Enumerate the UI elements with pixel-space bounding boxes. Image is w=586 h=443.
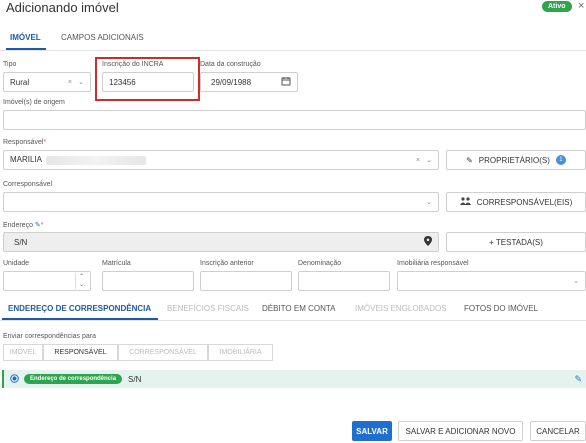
clear-icon[interactable]: × (68, 79, 72, 86)
corresponsaveis-button[interactable]: CORRESPONSÁVEL(EIS) (446, 192, 586, 212)
pencil-icon[interactable]: ✎ (574, 374, 582, 385)
unidade-label: Unidade (3, 260, 30, 267)
imobiliaria-label: Imobiliária responsável (397, 260, 469, 267)
tab-imoveis-englobados[interactable]: IMÓVEIS ENGLOBADOS (355, 304, 447, 313)
unidade-input[interactable]: ⌃ ⌄ (3, 271, 91, 291)
testadas-button[interactable]: + TESTADA(S) (446, 232, 586, 252)
tipo-select[interactable]: Rural × ⌄ (3, 72, 91, 92)
inscricao-anterior-label: Inscrição anterior (200, 260, 254, 267)
endereco-label-text: Endereço (3, 222, 33, 229)
tipo-value: Rural (10, 77, 30, 87)
number-stepper[interactable]: ⌃ ⌄ (74, 273, 84, 289)
option-corresponsavel[interactable]: CORRESPONSÁVEL (118, 344, 208, 361)
correspondence-label: Enviar correspondências para (3, 333, 96, 340)
endereco-label: Endereço ✎* (3, 221, 44, 229)
responsavel-label: Responsável* (3, 139, 46, 146)
map-pin-icon[interactable] (424, 236, 432, 248)
required-mark: * (43, 139, 47, 146)
data-construcao-label: Data da construção (200, 61, 261, 68)
option-responsavel[interactable]: RESPONSÁVEL (43, 344, 118, 361)
responsavel-label-text: Responsável (3, 139, 44, 146)
option-imobiliaria[interactable]: IMOBILIÁRIA (208, 344, 273, 361)
address-pill: Endereço de correspondência (24, 374, 123, 384)
proprietarios-count-badge: 1 (555, 155, 566, 165)
corresponsavel-label: Corresponsável (3, 181, 53, 188)
corresponsaveis-label: CORRESPONSÁVEL(EIS) (476, 197, 573, 207)
data-construcao-value: 29/09/1988 (211, 77, 252, 87)
proprietarios-label: PROPRIETÁRIO(S) (478, 155, 550, 165)
highlight-box (95, 57, 200, 101)
calendar-icon[interactable] (281, 76, 291, 88)
required-mark: * (40, 222, 44, 229)
corresponsavel-select[interactable]: ⌄ (3, 192, 439, 212)
save-label: SALVAR (356, 426, 388, 436)
chevron-down-icon[interactable]: ⌄ (78, 78, 84, 86)
radio-icon[interactable] (10, 373, 19, 385)
imoveis-origem-label: Imóvel(s) de origem (3, 99, 65, 106)
tab-endereco-correspondencia[interactable]: ENDEREÇO DE CORRESPONDÊNCIA (8, 304, 151, 313)
data-construcao-input[interactable]: 29/09/1988 (200, 72, 298, 92)
endereco-value: S/N (14, 237, 28, 247)
tab-campos-adicionais[interactable]: CAMPOS ADICIONAIS (61, 33, 144, 42)
imobiliaria-select[interactable]: ⌄ (397, 271, 586, 291)
clear-icon[interactable]: × (416, 157, 420, 164)
imoveis-origem-input[interactable] (3, 110, 586, 130)
divider (0, 320, 586, 321)
save-and-new-button[interactable]: SALVAR E ADICIONAR NOVO (398, 421, 523, 441)
user-group-icon (459, 197, 471, 207)
tab-beneficios-fiscais[interactable]: BENEFÍCIOS FISCAIS (167, 304, 249, 313)
responsavel-value: MARILIA (10, 155, 43, 165)
address-value: S/N (128, 374, 142, 384)
cancel-label: CANCELAR (536, 426, 580, 436)
tab-fotos-imovel[interactable]: FOTOS DO IMÓVEL (464, 304, 538, 313)
status-badge: Ativo (542, 1, 572, 12)
proprietarios-button[interactable]: ✎ PROPRIETÁRIO(S) 1 (446, 150, 586, 170)
endereco-input[interactable]: S/N (3, 232, 439, 252)
inscricao-anterior-input[interactable] (200, 271, 292, 291)
divider (0, 50, 586, 51)
page-title: Adicionando imóvel (6, 0, 119, 15)
correspondence-address-row[interactable]: Endereço de correspondência S/N ✎ (2, 370, 586, 388)
tipo-label: Tipo (3, 61, 17, 68)
tab-debito-em-conta[interactable]: DÉBITO EM CONTA (262, 304, 336, 313)
cancel-button[interactable]: CANCELAR (530, 421, 586, 441)
responsavel-select[interactable]: MARILIA × ⌄ (3, 150, 439, 170)
tab-imovel[interactable]: IMÓVEL (10, 33, 41, 42)
matricula-label: Matrícula (102, 260, 131, 267)
close-icon[interactable]: × (578, 0, 584, 12)
pencil-icon: ✎ (466, 155, 473, 165)
chevron-down-icon[interactable]: ⌄ (426, 198, 432, 206)
redacted-text (46, 155, 147, 165)
option-imovel[interactable]: IMÓVEL (3, 344, 43, 361)
denominacao-label: Denominação (298, 260, 342, 267)
matricula-input[interactable] (102, 271, 194, 291)
save-button[interactable]: SALVAR (352, 421, 392, 441)
testadas-label: + TESTADA(S) (489, 237, 543, 247)
chevron-down-icon[interactable]: ⌄ (573, 277, 579, 285)
denominacao-input[interactable] (298, 271, 390, 291)
chevron-down-icon[interactable]: ⌄ (426, 156, 432, 164)
save-and-new-label: SALVAR E ADICIONAR NOVO (405, 426, 516, 436)
